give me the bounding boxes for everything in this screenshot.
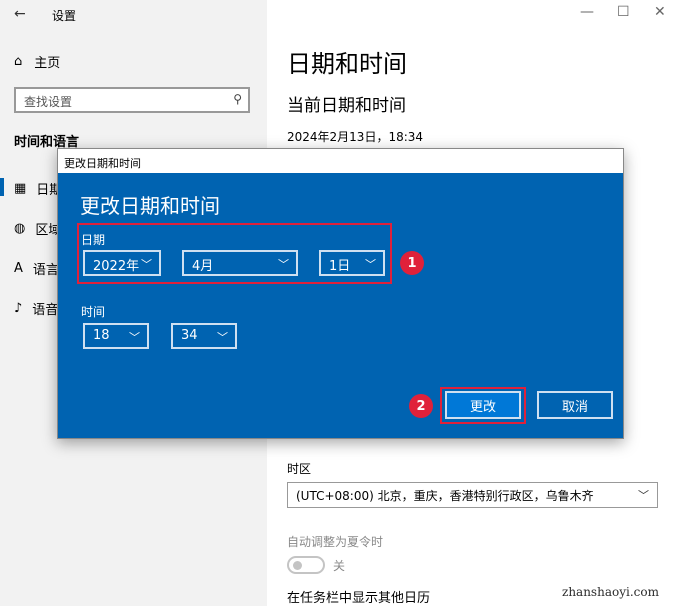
window-title: 设置 [52,9,77,23]
timezone-value: (UTC+08:00) 北京，重庆，香港特别行政区，乌鲁木齐 [296,489,594,503]
close-icon[interactable]: ✕ [654,4,666,20]
dialog-body: 更改日期和时间 日期 2022年 ﹀ 4月 ﹀ 1日 ﹀ 时间 18 ﹀ 34 … [58,173,623,438]
microphone-icon: ♪ [14,301,23,316]
sidebar-item-label: 语言 [32,263,59,278]
dst-state: 关 [333,559,346,573]
annotation-box-change [440,387,526,424]
sidebar-item-datetime[interactable]: ▦ 日期 [14,179,62,198]
back-arrow-icon[interactable]: ← [14,6,26,22]
timezone-select[interactable]: (UTC+08:00) 北京，重庆，香港特别行政区，乌鲁木齐 ﹀ [287,482,658,508]
cancel-button[interactable]: 取消 [537,391,613,419]
calendar-clock-icon: ▦ [14,181,27,196]
hour-value: 18 [93,328,110,343]
page-title: 日期和时间 [287,50,407,78]
annotation-badge-2: 2 [409,394,433,418]
sidebar-item-region[interactable]: ◍ 区域 [14,219,61,238]
current-datetime: 2024年2月13日，18:34 [287,130,424,144]
minute-value: 34 [181,328,198,343]
sidebar-item-speech[interactable]: ♪ 语音 [14,299,58,318]
dialog-titlebar: 更改日期和时间 [64,157,141,170]
nav-active-indicator [0,178,4,196]
sidebar-item-label: 语音 [32,303,59,318]
time-label: 时间 [81,305,106,319]
chevron-down-icon: ﹀ [217,331,228,344]
globe-icon: ◍ [14,221,26,236]
window-titlebar: ← 设置 — ☐ ✕ [0,0,680,30]
annotation-badge-1: 1 [400,251,424,275]
minimize-icon[interactable]: — [580,4,594,20]
nav-home-label: 主页 [34,56,61,71]
dst-label: 自动调整为夏令时 [287,535,384,549]
minute-dropdown[interactable]: 34 ﹀ [171,323,237,349]
hour-dropdown[interactable]: 18 ﹀ [83,323,149,349]
dialog-heading: 更改日期和时间 [80,194,220,218]
toggle-knob [293,561,302,570]
nav-home[interactable]: ⌂ 主页 [14,52,60,71]
search-input[interactable]: 查找设置 ⚲ [14,87,250,113]
search-icon: ⚲ [233,92,242,106]
search-placeholder: 查找设置 [24,95,73,109]
sidebar-item-language[interactable]: A 语言 [14,259,59,278]
timezone-label: 时区 [287,462,312,476]
chevron-down-icon: ﹀ [638,489,649,502]
section-title: 当前日期和时间 [287,96,406,116]
chevron-down-icon: ﹀ [129,331,140,344]
language-icon: A [14,261,23,276]
home-icon: ⌂ [14,54,23,69]
annotation-box-date [77,223,392,284]
watermark-text: zhanshaoyi.com [562,585,659,599]
taskbar-calendar-label: 在任务栏中显示其他日历 [287,591,431,606]
dst-toggle[interactable] [287,556,325,574]
change-datetime-dialog: 更改日期和时间 更改日期和时间 日期 2022年 ﹀ 4月 ﹀ 1日 ﹀ 时间 … [57,148,624,439]
maximize-icon[interactable]: ☐ [617,4,630,20]
